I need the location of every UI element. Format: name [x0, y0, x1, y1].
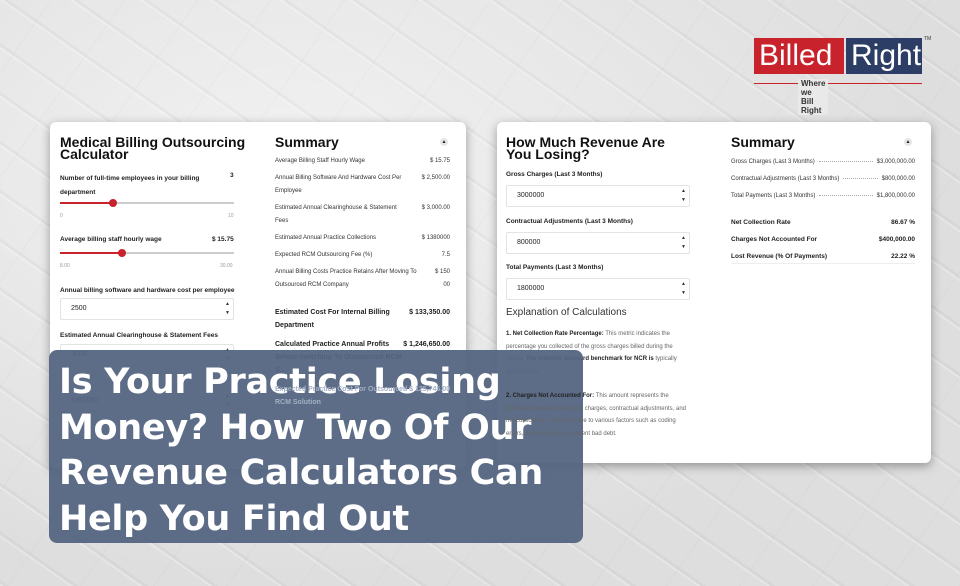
calculator-title: How Much Revenue Are You Losing?	[506, 134, 665, 162]
spinner-icon[interactable]: ▲▼	[681, 234, 686, 252]
summary-title: Summary	[731, 134, 795, 150]
wage-slider[interactable]	[60, 249, 234, 257]
collapse-icon[interactable]: ▲	[440, 138, 448, 146]
explanation-2: 2. Charges Not Accounted For: This amoun…	[506, 393, 686, 437]
calculator-title: Medical Billing Outsourcing Calculator	[60, 134, 246, 162]
explanation-title: Explanation of Calculations	[506, 307, 627, 318]
software-cost-input[interactable]: 2500 ▲ ▼	[60, 298, 234, 320]
total-payments-input[interactable]: 1800000 ▲ ▼	[506, 278, 690, 300]
slider-handle[interactable]	[109, 199, 117, 207]
collapse-icon[interactable]: ▲	[904, 138, 912, 146]
outsourced-cost-row: Expected Practice Cost For Outsourced RC…	[275, 386, 450, 406]
headline-banner: Is Your Practice Losing Money? How Two O…	[49, 350, 583, 543]
spinner-icon[interactable]: ▲▼	[681, 187, 686, 205]
spinner-icon[interactable]: ▲▼	[681, 280, 686, 298]
employees-slider[interactable]	[60, 199, 234, 207]
spinner-icon[interactable]: ▲▼	[225, 300, 230, 318]
slider-handle[interactable]	[118, 249, 126, 257]
summary-title: Summary	[275, 134, 339, 150]
revenue-loss-calculator-card: How Much Revenue Are You Losing? Gross C…	[497, 122, 931, 463]
contractual-adjustments-input[interactable]: 800000 ▲ ▼	[506, 232, 690, 254]
gross-charges-input[interactable]: 3000000 ▲ ▼	[506, 185, 690, 207]
